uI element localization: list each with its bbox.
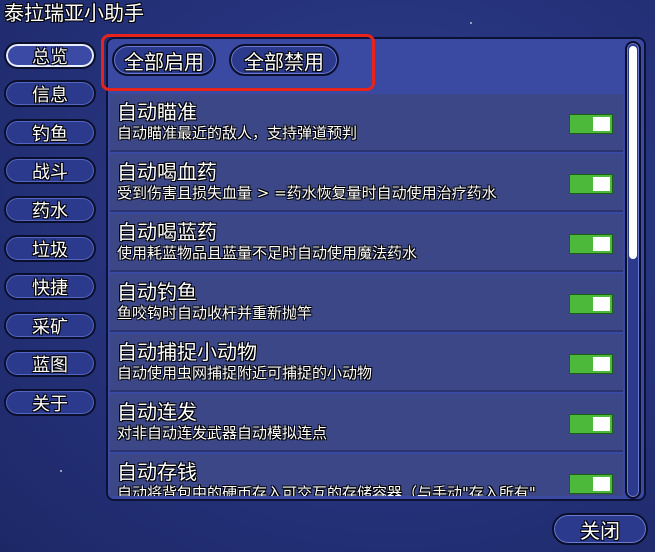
sidebar-item-trash[interactable]: 垃圾 bbox=[4, 235, 96, 262]
feature-row-auto-fishing: 自动钓鱼 鱼咬钩时自动收杆并重新抛竿 bbox=[110, 274, 623, 332]
toggle-switch-icon[interactable] bbox=[569, 234, 613, 254]
window-title: 泰拉瑞亚小助手 bbox=[4, 1, 144, 25]
feature-row-auto-mana-potion: 自动喝蓝药 使用耗蓝物品且蓝量不足时自动使用魔法药水 bbox=[110, 214, 623, 272]
toggle-knob bbox=[593, 357, 610, 371]
feature-row-auto-health-potion: 自动喝血药 受到伤害且损失血量 > =药水恢复量时自动使用治疗药水 bbox=[110, 154, 623, 212]
feature-description: 对非自动连发武器自动模拟连点 bbox=[117, 424, 328, 442]
enable-all-button[interactable]: 全部启用 bbox=[112, 44, 216, 76]
toggle-knob bbox=[593, 117, 610, 131]
sidebar-item-fishing[interactable]: 钓鱼 bbox=[4, 119, 96, 146]
disable-all-button[interactable]: 全部禁用 bbox=[229, 44, 339, 76]
feature-row-auto-deposit-coins: 自动存钱 自动将背包中的硬币存入可交互的存储容器（与手动"存入所有" bbox=[110, 454, 623, 496]
toggle-knob bbox=[593, 417, 610, 431]
feature-row-auto-catch-critters: 自动捕捉小动物 自动使用虫网捕捉附近可捕捉的小动物 bbox=[110, 334, 623, 392]
toggle-switch-icon[interactable] bbox=[569, 114, 613, 134]
feature-description: 自动瞄准最近的敌人，支持弹道预判 bbox=[117, 124, 358, 142]
scrollbar-thumb[interactable] bbox=[629, 46, 637, 259]
feature-title: 自动捕捉小动物 bbox=[117, 340, 257, 364]
toggle-switch-icon[interactable] bbox=[569, 474, 613, 494]
toggle-knob bbox=[593, 297, 610, 311]
feature-title: 自动喝血药 bbox=[117, 160, 217, 184]
toggle-knob bbox=[593, 477, 610, 491]
toggle-knob bbox=[593, 177, 610, 191]
star-decoration bbox=[60, 470, 62, 472]
toggle-switch-icon[interactable] bbox=[569, 354, 613, 374]
sidebar-item-info[interactable]: 信息 bbox=[4, 80, 96, 107]
toggle-knob bbox=[593, 237, 610, 251]
feature-description: 鱼咬钩时自动收杆并重新抛竿 bbox=[117, 304, 313, 322]
close-button[interactable]: 关闭 bbox=[552, 513, 648, 545]
feature-title: 自动喝蓝药 bbox=[117, 220, 217, 244]
feature-description: 使用耗蓝物品且蓝量不足时自动使用魔法药水 bbox=[117, 244, 418, 262]
feature-row-auto-aim: 自动瞄准 自动瞄准最近的敌人，支持弹道预判 bbox=[110, 94, 623, 152]
feature-title: 自动瞄准 bbox=[117, 100, 197, 124]
feature-title: 自动连发 bbox=[117, 400, 197, 424]
sidebar-item-about[interactable]: 关于 bbox=[4, 389, 96, 416]
feature-row-auto-fire: 自动连发 对非自动连发武器自动模拟连点 bbox=[110, 394, 623, 452]
sidebar-item-overview[interactable]: 总览 bbox=[4, 42, 96, 69]
feature-description: 自动将背包中的硬币存入可交互的存储容器（与手动"存入所有" bbox=[117, 484, 536, 496]
sidebar-item-shortcuts[interactable]: 快捷 bbox=[4, 273, 96, 300]
feature-description: 受到伤害且损失血量 > =药水恢复量时自动使用治疗药水 bbox=[117, 184, 497, 202]
sidebar-item-potions[interactable]: 药水 bbox=[4, 196, 96, 223]
toggle-switch-icon[interactable] bbox=[569, 294, 613, 314]
scrollbar[interactable] bbox=[625, 41, 641, 499]
sidebar-item-mining[interactable]: 采矿 bbox=[4, 312, 96, 339]
sidebar-item-combat[interactable]: 战斗 bbox=[4, 157, 96, 184]
feature-title: 自动钓鱼 bbox=[117, 280, 197, 304]
star-decoration bbox=[470, 22, 472, 24]
sidebar-item-blueprint[interactable]: 蓝图 bbox=[4, 350, 96, 377]
toggle-switch-icon[interactable] bbox=[569, 174, 613, 194]
feature-description: 自动使用虫网捕捉附近可捕捉的小动物 bbox=[117, 364, 373, 382]
toggle-switch-icon[interactable] bbox=[569, 414, 613, 434]
feature-list: 自动瞄准 自动瞄准最近的敌人，支持弹道预判 自动喝血药 受到伤害且损失血量 > … bbox=[110, 94, 623, 496]
feature-title: 自动存钱 bbox=[117, 460, 197, 484]
